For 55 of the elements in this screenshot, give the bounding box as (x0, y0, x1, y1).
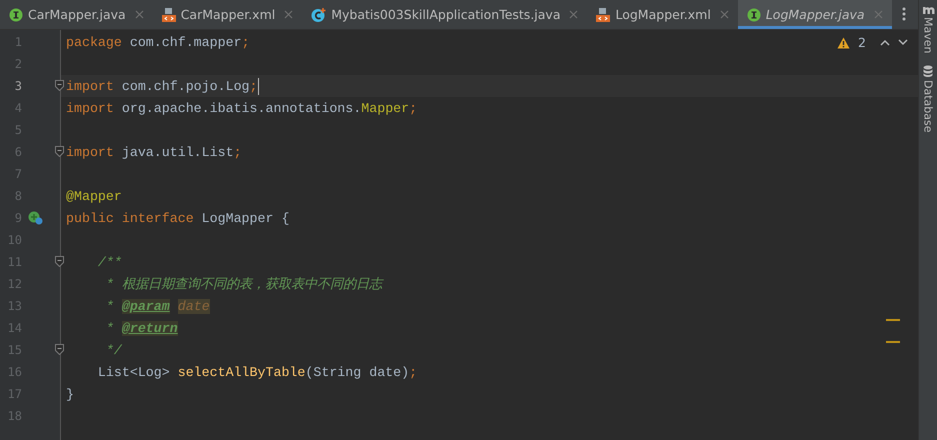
editor-tab[interactable]: CarMapper.xml (152, 0, 302, 29)
text-caret (258, 78, 260, 94)
more-icon[interactable] (902, 7, 906, 21)
code-token: com.chf.pojo.Log (122, 78, 250, 94)
code-token: (String date) (305, 364, 410, 380)
code-token: } (66, 386, 74, 402)
implemented-icon[interactable] (28, 211, 43, 225)
code-token: @param (122, 298, 170, 314)
fold-icon[interactable] (55, 256, 64, 267)
fold-icon[interactable] (55, 146, 64, 157)
code-token: import (66, 78, 115, 94)
interface-icon (746, 8, 761, 22)
code-token: java.util.List (122, 144, 234, 160)
code-token: LogMapper { (202, 210, 290, 226)
tool-window-button[interactable]: Maven (922, 4, 934, 54)
code-token: ; (250, 78, 258, 94)
code-token: /** (96, 254, 122, 270)
code-token: package (66, 34, 123, 50)
line-number: 3 (14, 79, 22, 93)
fold-icon[interactable] (55, 80, 64, 91)
next-icon[interactable] (898, 39, 908, 46)
previous-icon[interactable] (880, 39, 890, 46)
code-token: * (104, 320, 115, 336)
database-icon (923, 65, 933, 78)
code-token: ; (234, 144, 242, 160)
code-token: Mapper (361, 100, 410, 116)
code-token: ; (409, 364, 418, 380)
code-token: */ (104, 342, 122, 358)
tool-window-button[interactable]: Database (922, 65, 934, 133)
code-token: date (178, 298, 210, 314)
interface-icon (9, 8, 23, 22)
code-token: @Mapper (66, 188, 122, 204)
code-token: @return (122, 320, 178, 336)
code-token: public interface (66, 210, 195, 226)
xml-file-icon (162, 8, 176, 22)
editor-tab[interactable]: Mybatis003SkillApplicationTests.java (302, 0, 588, 29)
code-token: ; (242, 34, 250, 50)
code-token: com.chf.mapper (130, 34, 242, 50)
code-token: ; (409, 100, 418, 116)
code-token: import (66, 100, 115, 116)
code-token: selectAllByTable (178, 364, 306, 380)
editor-tab[interactable]: LogMapper.java (738, 0, 892, 29)
warning-icon[interactable] (837, 36, 850, 48)
code-token: import (66, 144, 115, 160)
editor-tab[interactable]: LogMapper.xml (587, 0, 738, 29)
maven-icon (922, 4, 934, 14)
class-icon (311, 8, 326, 22)
warning-count: 2 (858, 35, 866, 50)
xml-file-icon (596, 8, 610, 22)
code-token: * 根据日期查询不同的表，获取表中不同的日志 (104, 276, 382, 293)
code-token: List<Log> (96, 364, 171, 380)
code-token: * (104, 298, 115, 314)
fold-icon[interactable] (55, 344, 64, 355)
editor-tab[interactable]: CarMapper.java (0, 0, 153, 29)
code-token: org.apache.ibatis.annotations. (122, 100, 362, 116)
